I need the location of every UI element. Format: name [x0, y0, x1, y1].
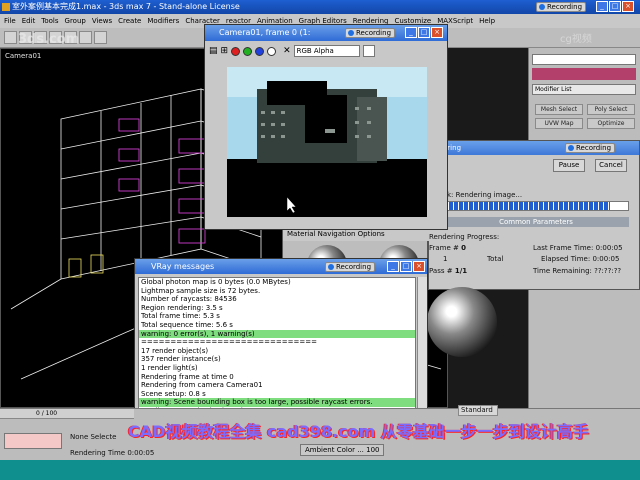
watermark-logo: 3ds.com: [18, 32, 80, 47]
subtitle-overlay: CAD视频教程全集 cad398.com 从零基础一步一步到设计高手: [128, 422, 589, 441]
recording-badge[interactable]: Recording: [536, 2, 587, 12]
vray-close-button[interactable]: ×: [413, 261, 425, 272]
render-recording-badge[interactable]: Recording: [565, 143, 616, 153]
vray-title: VRay messages: [135, 259, 427, 274]
log-line: 17 render object(s): [141, 346, 209, 355]
log-line: Rendering frame at time 0: [141, 372, 234, 381]
red-channel-icon[interactable]: [231, 46, 241, 56]
rendered-image: [227, 67, 427, 217]
menu-item-create[interactable]: Create: [118, 14, 141, 28]
undo-icon[interactable]: [4, 31, 17, 44]
frame-buffer-window: Camera01, frame 0 (1: Recording _ □ × ▤ …: [204, 24, 448, 230]
pause-button[interactable]: Pause: [553, 159, 585, 172]
vray-recording-badge[interactable]: Recording: [325, 262, 376, 272]
standard-material-button[interactable]: Standard: [458, 405, 498, 416]
menu-item-file[interactable]: File: [4, 14, 16, 28]
menu-item-edit[interactable]: Edit: [22, 14, 36, 28]
log-line: 1 render light(s): [141, 363, 198, 372]
main-title-bar: 室外案例基本完成1.max - 3ds max 7 - Stand-alone …: [0, 0, 640, 14]
frame-number: Frame # 0: [429, 244, 467, 252]
alpha-channel-icon[interactable]: [267, 46, 277, 56]
optimize-button[interactable]: Optimize: [587, 118, 635, 129]
total-label: Total: [487, 255, 504, 263]
last-frame-time: Last Frame Time: 0:00:05: [533, 244, 623, 252]
save-icon[interactable]: ▤: [209, 46, 218, 56]
fb-minimize-button[interactable]: _: [405, 27, 417, 38]
log-line: Rendering from camera Camera01: [141, 381, 263, 390]
rendering-progress-label: Rendering Progress:: [429, 233, 500, 241]
app-icon: [2, 3, 10, 11]
taskbar: [0, 460, 640, 480]
fb-maximize-button[interactable]: □: [418, 27, 430, 38]
log-line: Scene setup: 0.8 s: [141, 389, 206, 398]
log-warning-line: warning: Scene bounding box is too large…: [139, 398, 415, 407]
close-button[interactable]: ×: [622, 1, 634, 12]
clear-icon[interactable]: ✕: [283, 46, 291, 56]
object-color-swatch[interactable]: [532, 68, 636, 80]
ambient-color-field[interactable]: Ambient Color ... 100: [300, 444, 384, 456]
menu-item-modifiers[interactable]: Modifiers: [147, 14, 179, 28]
render-canvas[interactable]: [227, 67, 427, 217]
modifier-list-dropdown[interactable]: Modifier List: [532, 84, 636, 95]
log-line: Global photon map is 0 bytes (0.0 MBytes…: [141, 278, 291, 286]
rendering-dialog: ering Recording Pause Cancel k: k: Rende…: [428, 140, 640, 290]
menu-item-views[interactable]: Views: [92, 14, 112, 28]
fb-close-button[interactable]: ×: [431, 27, 443, 38]
log-line: Total frame time: 5.3 s: [141, 312, 220, 321]
menu-item-help[interactable]: Help: [479, 14, 495, 28]
log-line: 357 render instance(s): [141, 355, 221, 364]
maxscript-listener[interactable]: [4, 433, 62, 449]
pass-number: Pass # 1/1: [429, 267, 468, 275]
task-status: k: Rendering image...: [447, 191, 523, 199]
elapsed-time: Elapsed Time: 0:00:05: [541, 255, 620, 263]
render-progress-fill: [444, 202, 610, 210]
color-swatch[interactable]: [362, 45, 375, 57]
cancel-button[interactable]: Cancel: [595, 159, 627, 172]
watermark-right: cg视频: [560, 34, 592, 45]
poly-select-button[interactable]: Poly Select: [587, 104, 635, 115]
frame-buffer-toolbar: ▤ ⊞ ✕ RGB Alpha: [209, 44, 375, 58]
object-name-field[interactable]: [532, 54, 636, 65]
log-line: ==============================: [141, 338, 317, 347]
maximize-button[interactable]: □: [609, 1, 621, 12]
clone-icon[interactable]: ⊞: [221, 46, 229, 56]
rendering-time-status: Rendering Time 0:00:05: [70, 449, 155, 457]
log-line: Lightmap sample size is 72 bytes.: [141, 286, 261, 295]
channel-select[interactable]: RGB Alpha: [293, 45, 360, 57]
selection-status: None Selecte: [70, 433, 117, 441]
fb-recording-badge[interactable]: Recording: [345, 28, 396, 38]
uvw-map-button[interactable]: UVW Map: [535, 118, 583, 129]
log-line: Total sequence time: 5.6 s: [141, 320, 233, 329]
mesh-select-button[interactable]: Mesh Select: [535, 104, 583, 115]
time-remaining: Time Remaining: ??:??:??: [533, 267, 622, 275]
select-icon[interactable]: [79, 31, 92, 44]
material-slot-large[interactable]: [427, 287, 497, 357]
menu-item-tools[interactable]: Tools: [41, 14, 58, 28]
row2-value: 1: [443, 255, 448, 263]
common-parameters-header[interactable]: Common Parameters: [443, 217, 629, 227]
green-channel-icon[interactable]: [243, 46, 253, 56]
minimize-button[interactable]: _: [596, 1, 608, 12]
vray-maximize-button[interactable]: □: [400, 261, 412, 272]
log-warning-line: warning: 0 error(s), 1 warning(s): [139, 329, 415, 339]
main-window-title: 室外案例基本完成1.max - 3ds max 7 - Stand-alone …: [12, 2, 240, 11]
menu-item-group[interactable]: Group: [65, 14, 86, 28]
time-slider[interactable]: 0 / 100: [0, 409, 134, 419]
select-name-icon[interactable]: [94, 31, 107, 44]
blue-channel-icon[interactable]: [255, 46, 265, 56]
log-line: Region rendering: 3.5 s: [141, 303, 223, 312]
render-progress-bar: [443, 201, 629, 211]
log-line: Number of raycasts: 84536: [141, 295, 237, 304]
vray-minimize-button[interactable]: _: [387, 261, 399, 272]
